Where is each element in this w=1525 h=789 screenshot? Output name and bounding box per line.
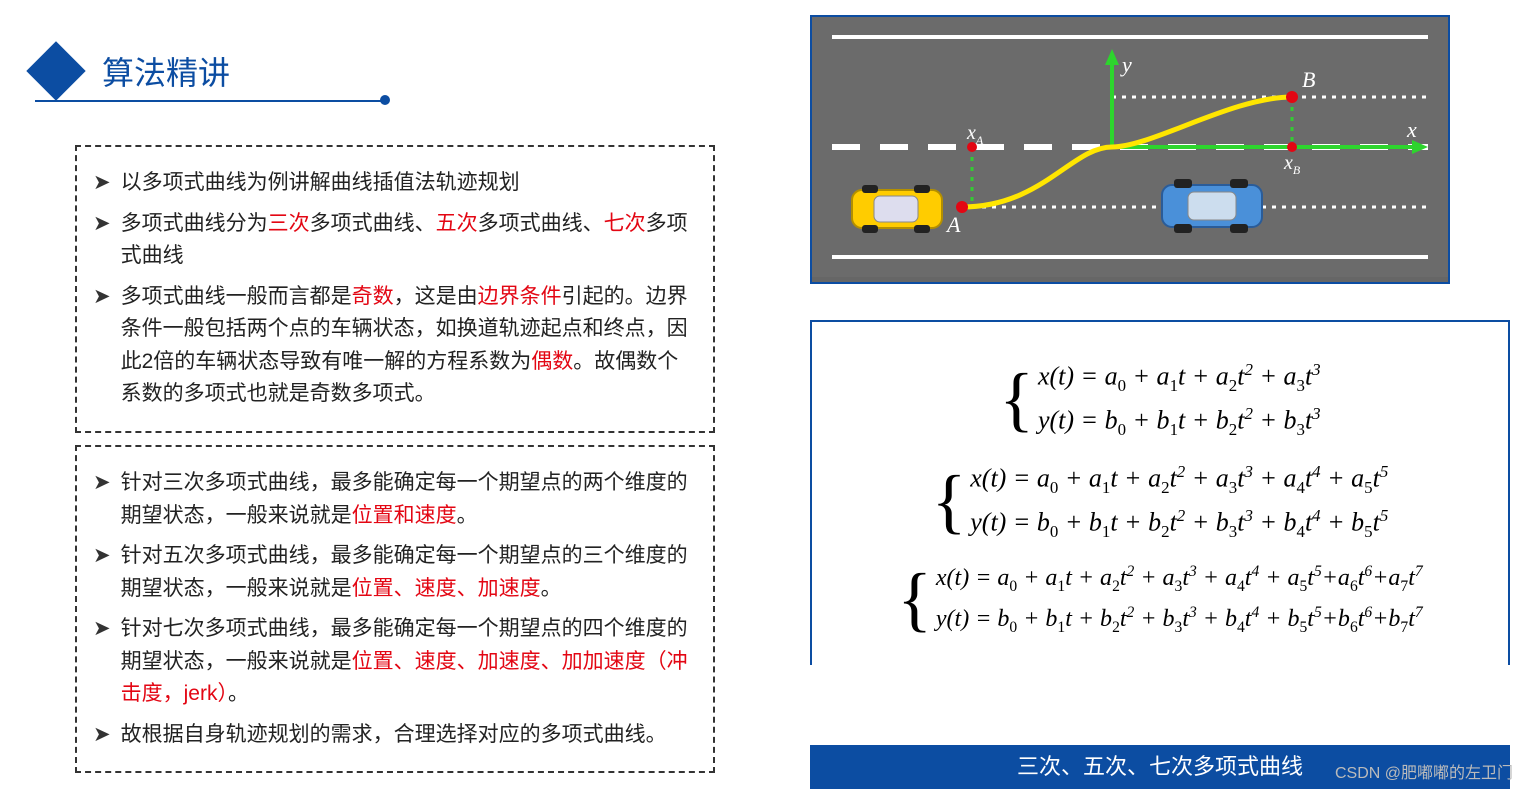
bullet-item: ➤ 故根据自身轨迹规划的需求，合理选择对应的多项式曲线。 [93,719,697,752]
cubic-x: x(t) = a0 + a1t + a2t2 + a3t3 [1038,360,1321,396]
label-A: A [945,212,961,237]
bullet-item: ➤多项式曲线一般而言都是奇数，这是由边界条件引起的。边界条件一般包括两个点的车辆… [93,281,697,411]
bullet-text: 针对五次多项式曲线，最多能确定每一个期望点的三个维度的期望状态，一般来说就是位置… [121,540,697,605]
bullet-arrow-icon: ➤ [93,167,111,200]
bullet-text: 以多项式曲线为例讲解曲线插值法轨迹规划 [121,167,520,200]
bullet-arrow-icon: ➤ [93,613,111,711]
cubic-y: y(t) = b0 + b1t + b2t2 + b3t3 [1038,404,1321,440]
bullet-item: ➤ 以多项式曲线为例讲解曲线插值法轨迹规划 [93,167,697,200]
slide-header: 算法精讲 [35,48,230,94]
quintic-x: x(t) = a0 + a1t + a2t2 + a3t3 + a4t4 + a… [970,462,1388,498]
bullet-text: 多项式曲线一般而言都是奇数，这是由边界条件引起的。边界条件一般包括两个点的车辆状… [121,281,697,411]
bullet-item: ➤针对三次多项式曲线，最多能确定每一个期望点的两个维度的期望状态，一般来说就是位… [93,467,697,532]
lane-change-diagram: A B y x xA xB [810,15,1450,284]
slide-title: 算法精讲 [102,48,230,94]
content-box-1: ➤以多项式曲线为例讲解曲线插值法轨迹规划➤多项式曲线分为三次多项式曲线、五次多项… [75,145,715,433]
bullet-arrow-icon: ➤ [93,467,111,532]
diamond-icon [26,41,85,100]
quintic-equations: { x(t) = a0 + a1t + a2t2 + a3t3 + a4t4 +… [822,458,1498,546]
bullet-item: ➤多项式曲线分为三次多项式曲线、五次多项式曲线、七次多项式曲线 [93,208,697,273]
cubic-equations: { x(t) = a0 + a1t + a2t2 + a3t3 y(t) = b… [822,356,1498,444]
bullet-arrow-icon: ➤ [93,540,111,605]
bullet-item: ➤针对七次多项式曲线，最多能确定每一个期望点的四个维度的期望状态，一般来说就是位… [93,613,697,711]
bullet-arrow-icon: ➤ [93,281,111,411]
bullet-text: 多项式曲线分为三次多项式曲线、五次多项式曲线、七次多项式曲线 [121,208,697,273]
septic-equations: { x(t) = a0 + a1t + a2t2 + a3t3 + a4t4 +… [822,559,1498,641]
label-y: y [1120,52,1132,77]
bullet-text: 针对三次多项式曲线，最多能确定每一个期望点的两个维度的期望状态，一般来说就是位置… [121,467,697,532]
title-dot [380,95,390,105]
bullet-item: ➤针对五次多项式曲线，最多能确定每一个期望点的三个维度的期望状态，一般来说就是位… [93,540,697,605]
bullet-text: 故根据自身轨迹规划的需求，合理选择对应的多项式曲线。 [121,719,667,752]
title-underline [35,100,385,102]
septic-y: y(t) = b0 + b1t + b2t2 + b3t3 + b4t4 + b… [936,604,1423,637]
label-B: B [1302,67,1315,92]
quintic-y: y(t) = b0 + b1t + b2t2 + b3t3 + b4t4 + b… [970,506,1388,542]
content-box-2: ➤针对三次多项式曲线，最多能确定每一个期望点的两个维度的期望状态，一般来说就是位… [75,445,715,773]
bullet-arrow-icon: ➤ [93,208,111,273]
equations-panel: { x(t) = a0 + a1t + a2t2 + a3t3 y(t) = b… [810,320,1510,665]
bullet-arrow-icon: ➤ [93,719,111,752]
watermark: CSDN @肥嘟嘟的左卫门 [1335,759,1513,783]
septic-x: x(t) = a0 + a1t + a2t2 + a3t3 + a4t4 + a… [936,563,1423,596]
bullet-text: 针对七次多项式曲线，最多能确定每一个期望点的四个维度的期望状态，一般来说就是位置… [121,613,697,711]
label-x: x [1406,117,1417,142]
